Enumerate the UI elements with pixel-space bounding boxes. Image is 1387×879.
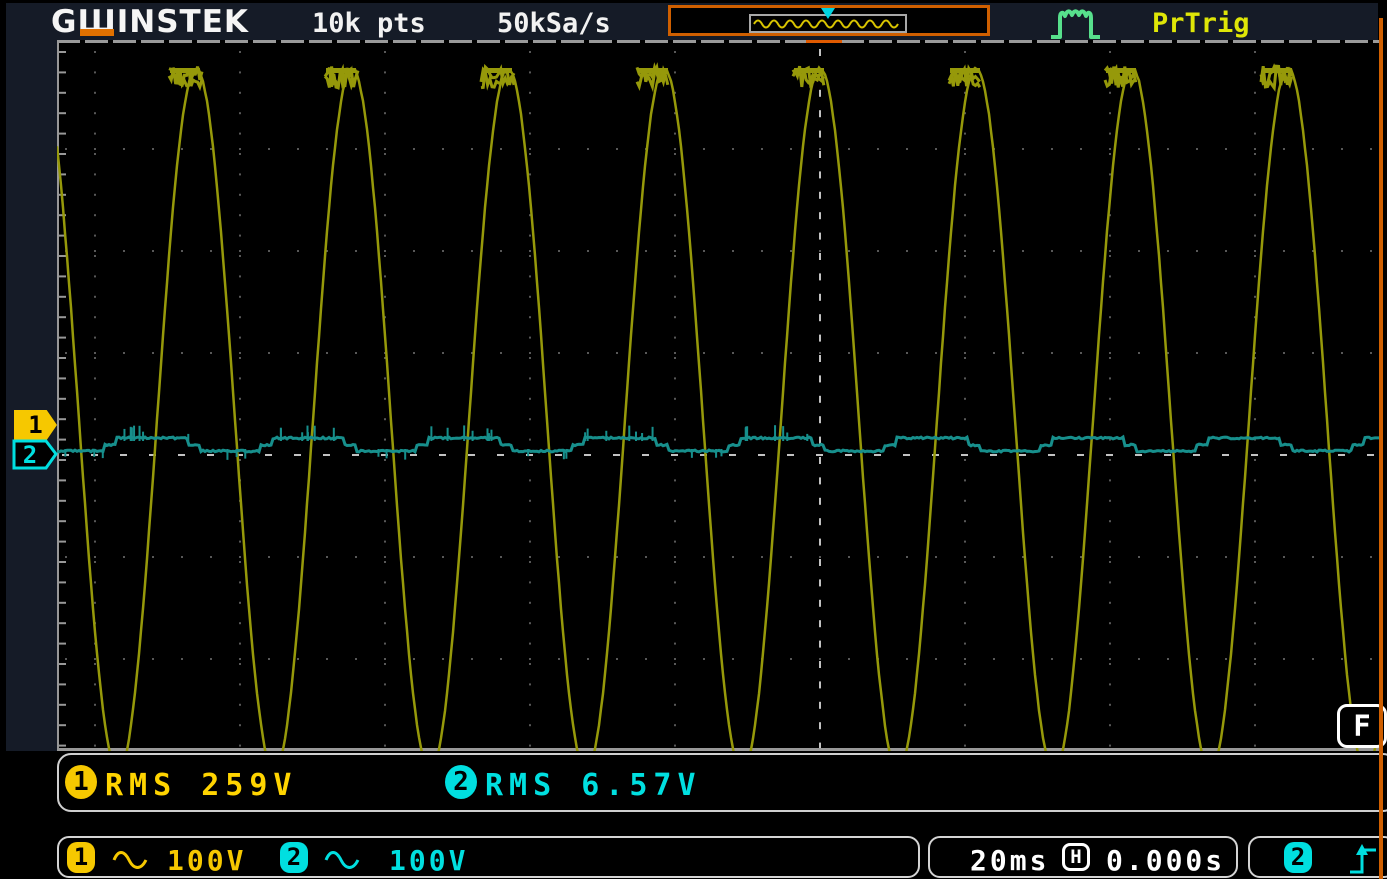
ch1-measure-badge: 1: [65, 765, 97, 799]
waveform-display: [57, 43, 1380, 751]
rising-edge-icon: [1348, 842, 1378, 876]
sample-rate-readout: 50kSa/s: [497, 8, 611, 39]
horizontal-icon: H: [1062, 843, 1090, 871]
trigger-status-readout: PrTrig: [1152, 8, 1250, 39]
timebase-scale-readout: 20ms: [970, 844, 1049, 877]
ch2-status-badge: 2: [280, 842, 308, 873]
measurement-bar: 1 RMS 259V 2 RMS 6.57V: [57, 753, 1387, 812]
trigger-status-box: 2: [1248, 836, 1387, 878]
svg-text:2: 2: [23, 441, 37, 469]
trigger-source-badge: 2: [1284, 842, 1312, 873]
logo-w: Ш: [77, 4, 116, 40]
ch2-scale-readout: 100V: [389, 844, 468, 877]
logo-orange-underline: [80, 29, 113, 36]
pulse-trigger-icon: [1048, 6, 1104, 40]
memory-position-bar: [668, 5, 990, 36]
ch2-measure-badge: 2: [445, 765, 477, 799]
brand-logo: GШINSTEK: [51, 4, 249, 40]
logo-g: G: [51, 4, 77, 40]
ch2-rms-readout: RMS 6.57V: [485, 768, 702, 803]
timebase-status-box: 20ms H 0.000s: [928, 836, 1238, 878]
ch1-rms-readout: RMS 259V: [105, 768, 298, 803]
ch1-coupling-icon: [111, 850, 149, 870]
ch2-coupling-icon: [323, 850, 361, 870]
ch1-scale-readout: 100V: [167, 844, 246, 877]
ch2-ground-marker: 2: [12, 439, 58, 470]
channel-status-box: 1 100V 2 100V: [57, 836, 920, 878]
memory-trigger-marker-icon: [821, 8, 835, 19]
logo-rest: INSTEK: [117, 4, 249, 40]
record-length-readout: 10k pts: [312, 8, 426, 39]
timebase-offset-readout: 0.000s: [1106, 844, 1225, 877]
left-margin-panel: [6, 3, 57, 751]
ch1-status-badge: 1: [67, 842, 95, 873]
menu-edge-line: [1379, 18, 1383, 879]
